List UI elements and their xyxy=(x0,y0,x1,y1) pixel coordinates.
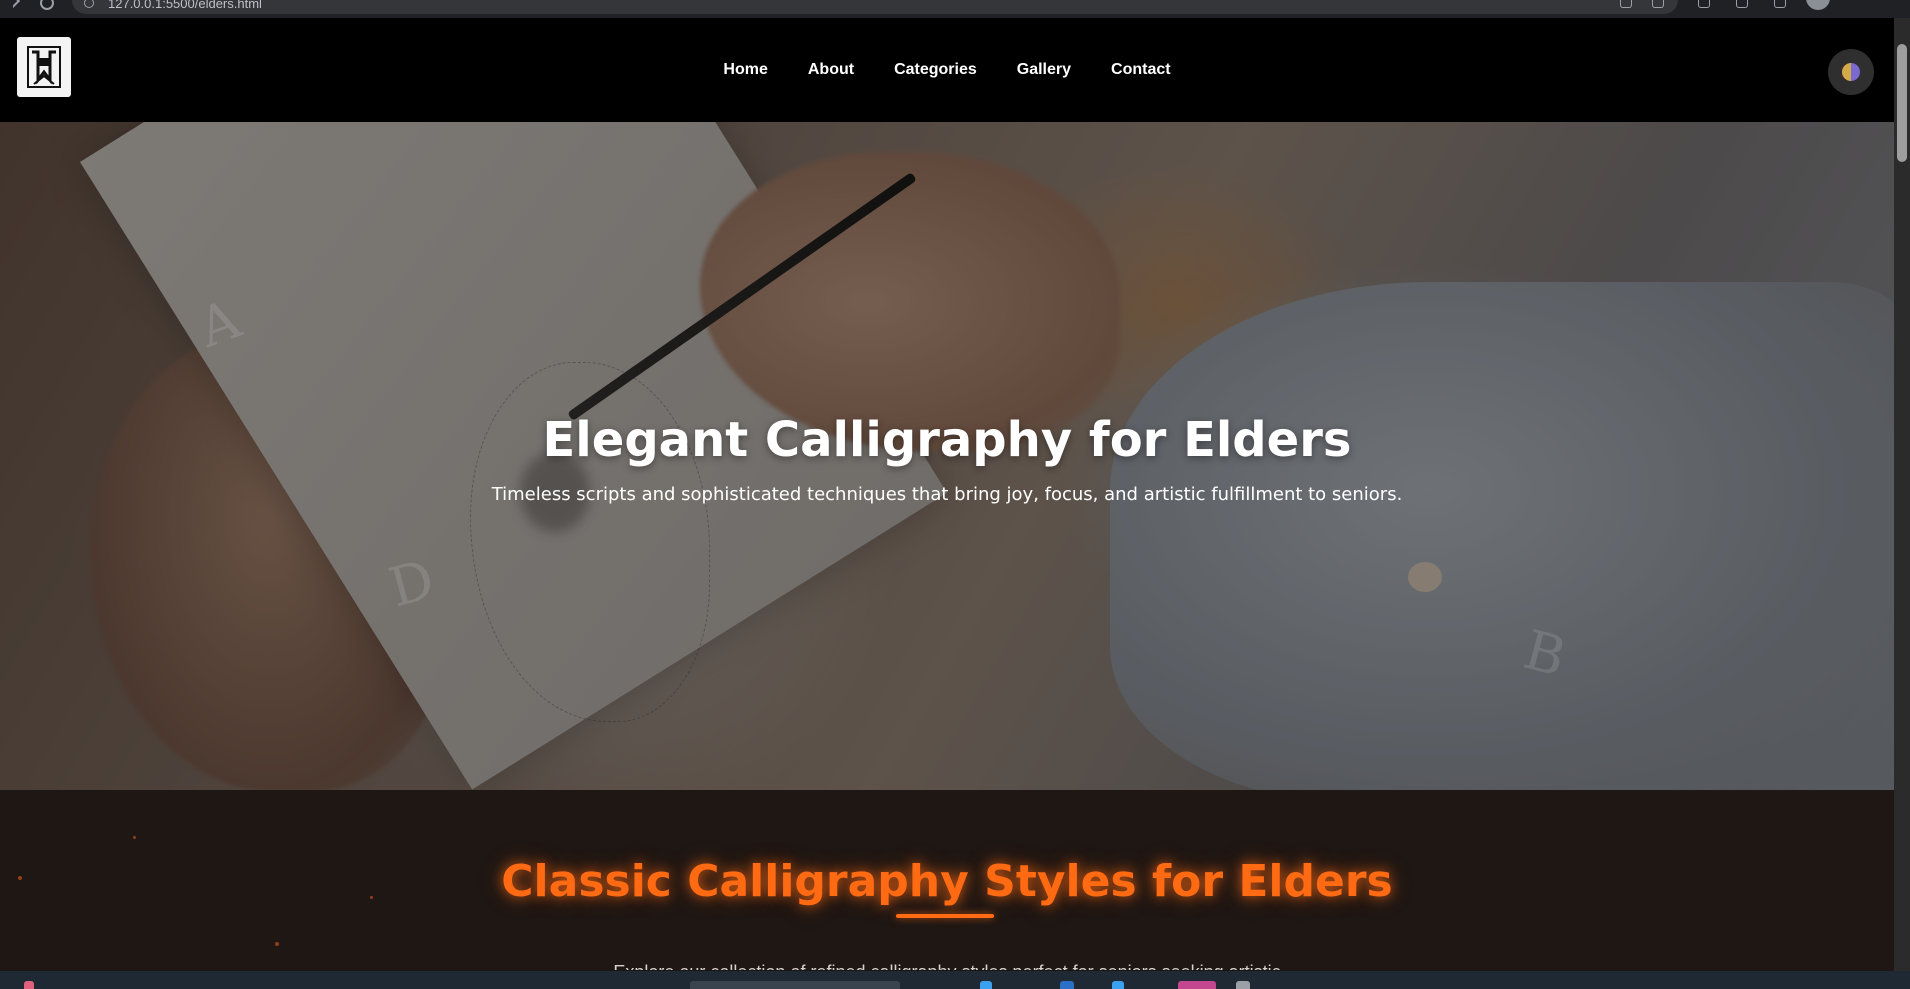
section-intro: Explore our collection of refined callig… xyxy=(0,962,1894,970)
hero-subtitle: Timeless scripts and sophisticated techn… xyxy=(491,484,1403,505)
os-taskbar xyxy=(0,971,1910,989)
url-text[interactable]: 127.0.0.1:5500/elders.html xyxy=(108,0,262,11)
theme-toggle-button[interactable] xyxy=(1828,49,1874,95)
page-scrollbar[interactable] xyxy=(1894,18,1910,971)
taskbar-app-icon[interactable] xyxy=(1060,981,1074,989)
nav-link-about[interactable]: About xyxy=(808,61,854,79)
title-underline xyxy=(896,914,994,918)
browser-toolbar: 127.0.0.1:5500/elders.html xyxy=(0,0,1910,18)
taskbar-search-box[interactable] xyxy=(690,981,900,989)
nav-link-gallery[interactable]: Gallery xyxy=(1017,61,1071,79)
nav-links: Home About Categories Gallery Contact xyxy=(0,18,1894,122)
taskbar-app-icon[interactable] xyxy=(1178,981,1216,989)
back-icon[interactable] xyxy=(5,0,21,9)
nav-link-contact[interactable]: Contact xyxy=(1111,61,1171,79)
ember-particle xyxy=(275,942,279,946)
reload-icon[interactable] xyxy=(40,0,54,10)
site-navbar: Home About Categories Gallery Contact xyxy=(0,18,1894,122)
scrollbar-thumb[interactable] xyxy=(1897,44,1907,162)
downloads-icon[interactable] xyxy=(1774,0,1786,8)
nav-link-home[interactable]: Home xyxy=(723,61,767,79)
ember-particle xyxy=(133,836,136,839)
taskbar-app-icon[interactable] xyxy=(1236,981,1250,989)
section-title: Classic Calligraphy Styles for Elders xyxy=(501,856,1393,907)
theme-toggle-icon xyxy=(1842,63,1860,81)
extensions-icon[interactable] xyxy=(1698,0,1710,8)
bookmark-icon[interactable] xyxy=(1652,0,1664,8)
taskbar-app-icon[interactable] xyxy=(1112,981,1124,989)
site-info-icon[interactable] xyxy=(84,0,94,8)
extension-icon[interactable] xyxy=(1736,0,1748,8)
hero-title: Elegant Calligraphy for Elders xyxy=(542,412,1352,468)
taskbar-app-icon[interactable] xyxy=(24,981,34,989)
profile-avatar[interactable] xyxy=(1806,0,1830,10)
taskbar-app-icon[interactable] xyxy=(980,981,992,989)
hero-content: Elegant Calligraphy for Elders Timeless … xyxy=(0,122,1894,790)
hero-section: A D B Elegant Calligraphy for Elders Tim… xyxy=(0,122,1894,790)
nav-link-categories[interactable]: Categories xyxy=(894,61,977,79)
styles-section: Classic Calligraphy Styles for Elders Ex… xyxy=(0,790,1894,970)
star-icon[interactable] xyxy=(1620,0,1632,8)
address-bar[interactable]: 127.0.0.1:5500/elders.html xyxy=(72,0,1678,14)
